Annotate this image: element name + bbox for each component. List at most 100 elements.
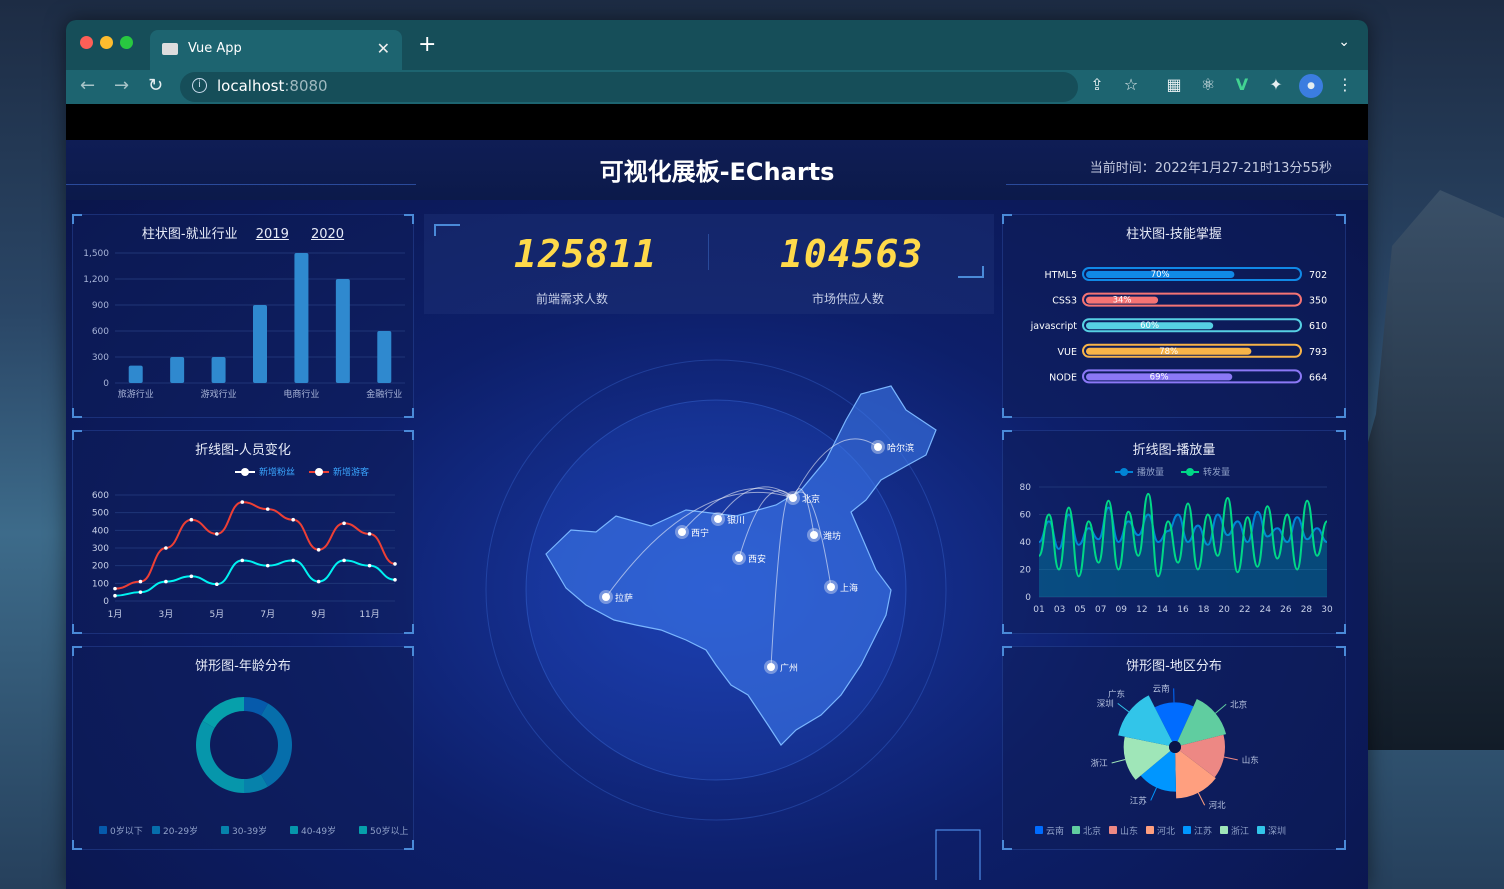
header-divider-right <box>1006 184 1368 194</box>
url-port: :8080 <box>284 77 328 95</box>
city-point <box>602 593 610 601</box>
series-point <box>291 558 295 563</box>
react-devtools-icon[interactable]: ⚛ <box>1197 75 1219 94</box>
bar-xtick: 电商行业 <box>283 388 319 400</box>
legend-label: 播放量 <box>1137 466 1164 478</box>
series-point <box>265 507 270 511</box>
bar <box>335 279 350 383</box>
series-point <box>393 562 397 566</box>
extensions-puzzle-icon[interactable]: ✦ <box>1265 75 1287 94</box>
extension-grid-icon[interactable]: ▦ <box>1163 75 1185 94</box>
legend-swatch <box>359 826 367 834</box>
vue-devtools-icon[interactable]: V <box>1231 75 1253 94</box>
region-pie-panel: 饼形图-地区分布 云南 北京 山东 河北 江苏 浙江 深圳 广东 云南 北京 山东 河北 江苏 浙江 深圳 <box>1002 646 1346 850</box>
line2-ytick: 20 <box>1020 566 1032 576</box>
city-label: 西安 <box>748 553 766 565</box>
menu-kebab-icon[interactable]: ⋮ <box>1334 75 1356 94</box>
legend-swatch <box>290 826 298 834</box>
legend-label: 新增粉丝 <box>259 466 295 478</box>
city-label: 北京 <box>802 493 820 505</box>
series-point <box>189 574 194 579</box>
legend-swatch <box>1109 826 1117 834</box>
legend-label: 浙江 <box>1231 825 1249 837</box>
play-line-chart: 播放量 转发量 0 20 40 60 80 01 03 05 07 09 12 14 16 18 20 22 24 2… <box>1020 466 1333 615</box>
legend-dot <box>1120 468 1128 476</box>
series-point <box>316 579 321 584</box>
legend-label: 转发量 <box>1203 466 1230 478</box>
city-point <box>678 528 686 536</box>
tab-title: Vue App <box>188 41 242 56</box>
legend-swatch <box>152 826 160 834</box>
line2-xtick: 09 <box>1116 605 1128 615</box>
bar <box>377 331 392 383</box>
legend-swatch <box>1072 826 1080 834</box>
stats-panel: 125811 前端需求人数 104563 市场供应人数 <box>424 214 994 314</box>
skill-label: VUE <box>1058 347 1077 358</box>
line2-xtick: 22 <box>1239 605 1250 615</box>
browser-window: Vue App ✕ + ⌄ ← → ↻ i localhost:8080 ⇪ ☆… <box>66 20 1368 889</box>
series-point <box>342 521 346 526</box>
legend-swatch <box>221 826 229 834</box>
line2-xtick: 14 <box>1157 605 1169 615</box>
bar-ytick: 0 <box>103 379 109 389</box>
rose-label-line <box>1117 702 1130 713</box>
zoom-window-button[interactable] <box>120 36 133 49</box>
profile-avatar[interactable]: ● <box>1299 74 1323 98</box>
bookmark-star-icon[interactable]: ☆ <box>1120 75 1142 94</box>
bar <box>211 357 226 383</box>
bar <box>170 357 185 383</box>
share-icon[interactable]: ⇪ <box>1086 75 1108 94</box>
minimize-window-button[interactable] <box>100 36 113 49</box>
reload-icon[interactable]: ↻ <box>148 75 163 96</box>
donut-slice <box>261 703 292 787</box>
rose-label: 河北 <box>1209 800 1227 811</box>
series-point <box>316 547 321 552</box>
tab-search-chevron-icon[interactable]: ⌄ <box>1338 34 1350 50</box>
bar-ytick: 1,200 <box>83 275 109 285</box>
close-window-button[interactable] <box>80 36 93 49</box>
legend-dot <box>241 468 249 476</box>
line-xtick: 3月 <box>159 609 174 620</box>
city-point <box>767 663 775 671</box>
stat-demand-value: 125811 <box>514 232 658 276</box>
bar-xtick: 旅游行业 <box>118 388 154 400</box>
site-info-icon[interactable]: i <box>192 78 207 93</box>
browser-tab[interactable]: Vue App ✕ <box>150 30 402 70</box>
url-field[interactable]: i localhost:8080 <box>180 72 1078 102</box>
stat-supply-label: 市场供应人数 <box>812 292 885 306</box>
donut-slice <box>202 697 244 728</box>
skill-label: NODE <box>1049 372 1077 383</box>
line2-xtick: 16 <box>1177 605 1189 615</box>
legend-swatch <box>1035 826 1043 834</box>
legend-label: 40-49岁 <box>301 825 336 837</box>
legend-swatch <box>99 826 107 834</box>
bar <box>253 305 267 383</box>
china-map: 哈尔滨北京银川西宁 潍坊西安上海拉萨广州 <box>485 359 981 880</box>
skills-panel: 柱状图-技能掌握 HTML5 70% 702 CSS3 34% 350 javascript… <box>1002 214 1346 418</box>
legend-swatch <box>1183 826 1191 834</box>
desktop-mountain <box>1344 190 1504 750</box>
line-xtick: 5月 <box>209 609 224 620</box>
new-tab-button[interactable]: + <box>418 32 436 57</box>
close-tab-icon[interactable]: ✕ <box>377 39 390 58</box>
series-point <box>189 517 194 522</box>
line2-xtick: 30 <box>1321 605 1333 615</box>
city-point <box>827 583 835 591</box>
line-xtick: 7月 <box>260 609 275 620</box>
skill-percent: 34% <box>1113 296 1132 306</box>
skill-total: 793 <box>1309 347 1327 358</box>
series-point <box>138 579 143 584</box>
skills-bar-chart: HTML5 70% 702 CSS3 34% 350 javascript 60% 610 VUE… <box>1030 267 1327 384</box>
age-pie-panel: 饼形图-年龄分布 0岁以下 20-29岁 30-39岁 40-49岁 50岁以上 <box>72 646 414 850</box>
bar <box>128 365 143 383</box>
city-label: 哈尔滨 <box>887 442 914 454</box>
forward-icon[interactable]: → <box>114 75 129 96</box>
legend-label: 30-39岁 <box>232 825 267 837</box>
rose-label: 浙江 <box>1091 758 1109 769</box>
back-icon[interactable]: ← <box>80 75 95 96</box>
line-ytick: 200 <box>92 562 109 572</box>
skill-percent: 69% <box>1150 372 1169 382</box>
legend-swatch <box>1220 826 1228 834</box>
line-chart-panel: 折线图-人员变化 新增粉丝 新增游客 0 100 200 300 400 500 600 1月 3月… <box>72 430 414 634</box>
city-label: 西宁 <box>691 527 709 539</box>
